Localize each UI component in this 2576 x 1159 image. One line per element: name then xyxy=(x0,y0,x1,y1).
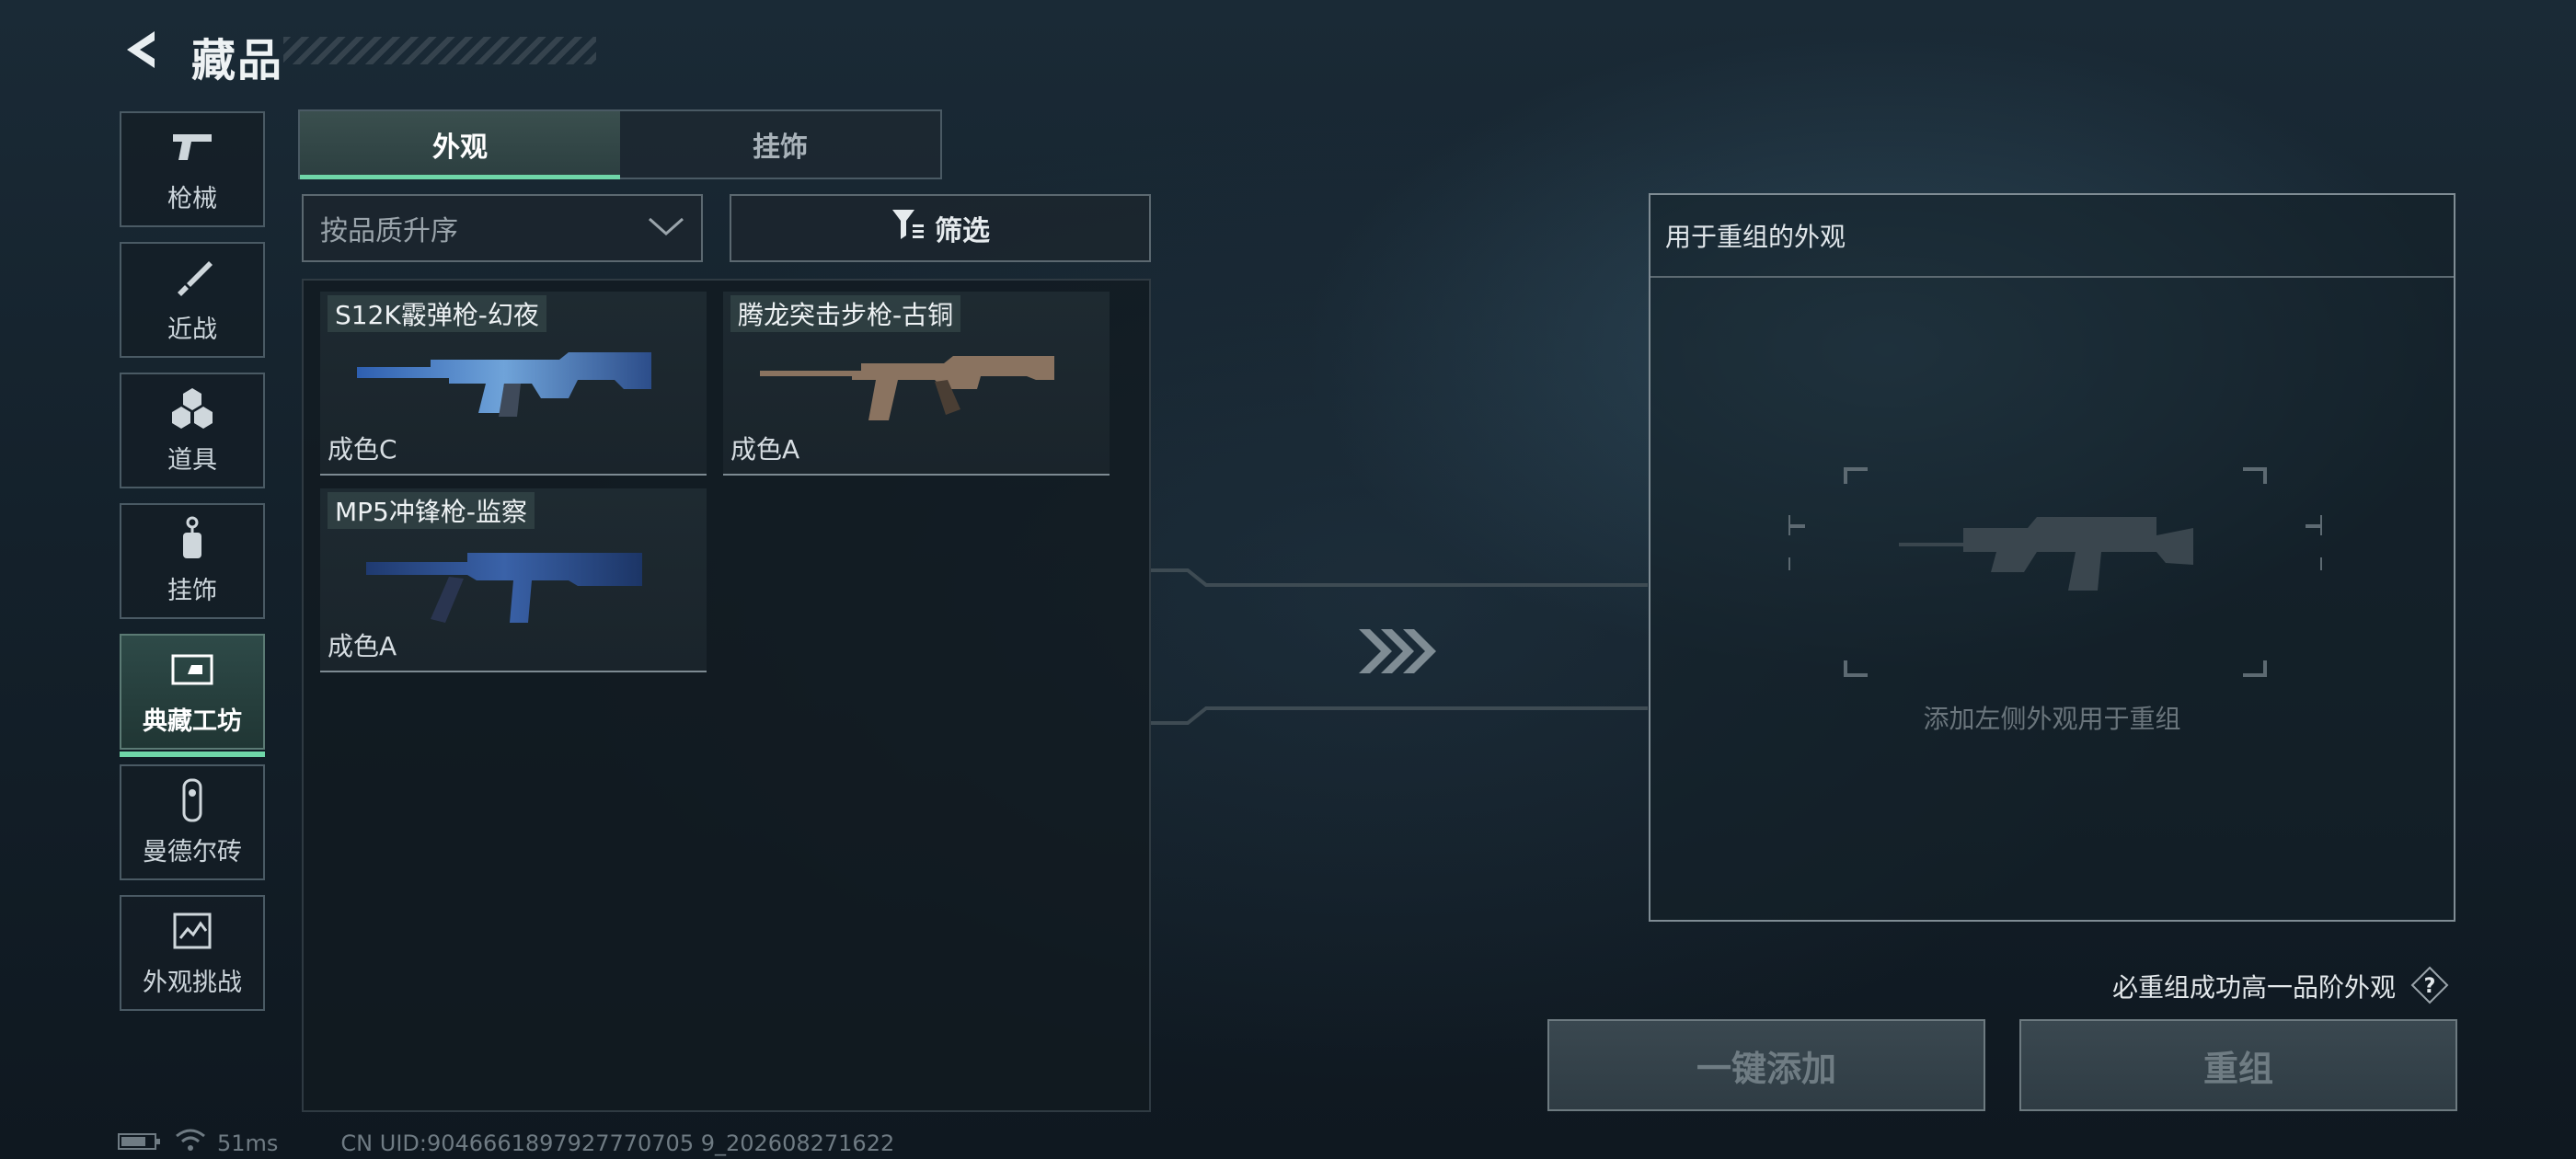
recombine-panel: 用于重组的外观 添加左侧外观用于重组 xyxy=(1649,193,2455,922)
sidebar-item-label: 近战 xyxy=(167,316,217,344)
ping-value: 51ms xyxy=(217,1130,279,1156)
filter-icon xyxy=(891,208,926,248)
battery-icon xyxy=(118,1130,162,1156)
recombine-panel-title: 用于重组的外观 xyxy=(1665,222,1846,252)
sidebar-item-label: 典藏工坊 xyxy=(143,707,242,736)
item-name: S12K霰弹枪-幻夜 xyxy=(328,295,546,332)
title-decoration xyxy=(283,37,596,64)
sidebar-item-label: 曼德尔砖 xyxy=(143,838,242,866)
sidebar-item-mandel-brick[interactable]: 曼德尔砖 xyxy=(120,764,265,880)
guarantee-text: 必重组成功高一品阶外观 xyxy=(2112,972,2397,1003)
header: 藏品 xyxy=(118,22,596,86)
sidebar-item-appearance-challenge[interactable]: 外观挑战 xyxy=(120,895,265,1011)
filter-button[interactable]: 筛选 xyxy=(730,194,1151,262)
sidebar-item-label: 道具 xyxy=(167,446,217,475)
sort-value: 按品质升序 xyxy=(320,215,458,247)
svg-text:?: ? xyxy=(2424,975,2436,998)
tab-bar: 外观 挂饰 xyxy=(298,109,942,179)
sidebar-item-workshop[interactable]: 典藏工坊 xyxy=(120,634,265,757)
smg-image xyxy=(366,553,642,623)
divider xyxy=(1650,276,2454,278)
item-name: 腾龙突击步枪-古铜 xyxy=(730,295,961,332)
item-grade: 成色A xyxy=(328,631,397,661)
status-bar: 51ms CN UID:9046661897927770705 9_202608… xyxy=(118,1129,895,1158)
item-name: MP5冲锋枪-监察 xyxy=(328,492,535,529)
filter-label: 筛选 xyxy=(935,215,990,247)
workshop-icon xyxy=(167,644,218,695)
pistol-icon xyxy=(167,121,218,173)
sort-dropdown[interactable]: 按品质升序 xyxy=(302,194,703,262)
rifle-silhouette-icon xyxy=(1787,467,2324,677)
help-icon[interactable]: ? xyxy=(2410,966,2449,1004)
sidebar-item-label: 枪械 xyxy=(167,185,217,213)
tab-appearance[interactable]: 外观 xyxy=(300,111,620,179)
page-title: 藏品 xyxy=(191,35,284,86)
sidebar-item-charms[interactable]: 挂饰 xyxy=(120,503,265,619)
sidebar-item-label: 挂饰 xyxy=(167,577,217,605)
sidebar-item-firearms[interactable]: 枪械 xyxy=(120,111,265,227)
connector-decoration xyxy=(1151,552,1648,736)
item-grade: 成色C xyxy=(328,434,397,465)
challenge-icon xyxy=(167,905,218,957)
empty-slot[interactable] xyxy=(1787,462,2324,683)
item-card[interactable]: S12K霰弹枪-幻夜 成色C xyxy=(320,292,707,476)
item-grade: 成色A xyxy=(730,434,800,465)
item-grid: S12K霰弹枪-幻夜 成色C 腾龙突击步枪-古铜 成色A MP5冲锋枪-监察 成… xyxy=(302,279,1151,1112)
empty-hint: 添加左侧外观用于重组 xyxy=(1923,704,2181,734)
tab-charms[interactable]: 挂饰 xyxy=(620,111,940,178)
sidebar-item-label: 外观挑战 xyxy=(143,969,242,997)
sidebar-item-melee[interactable]: 近战 xyxy=(120,242,265,358)
sidebar-item-props[interactable]: 道具 xyxy=(120,373,265,488)
item-card[interactable]: 腾龙突击步枪-古铜 成色A xyxy=(723,292,1110,476)
back-arrow-icon[interactable] xyxy=(118,26,166,74)
recombine-button[interactable]: 重组 xyxy=(2019,1019,2457,1111)
knife-icon xyxy=(167,252,218,304)
assault-rifle-image xyxy=(760,356,1054,420)
add-all-button[interactable]: 一键添加 xyxy=(1547,1019,1985,1111)
shotgun-image xyxy=(357,352,651,417)
chevron-down-icon xyxy=(648,212,684,245)
brick-icon xyxy=(167,775,218,826)
item-card[interactable]: MP5冲锋枪-监察 成色A xyxy=(320,488,707,672)
wifi-icon xyxy=(175,1129,206,1158)
grenades-icon xyxy=(167,383,218,434)
charm-icon xyxy=(167,513,218,565)
uid-text: CN UID:9046661897927770705 9_20260827162… xyxy=(340,1130,895,1156)
